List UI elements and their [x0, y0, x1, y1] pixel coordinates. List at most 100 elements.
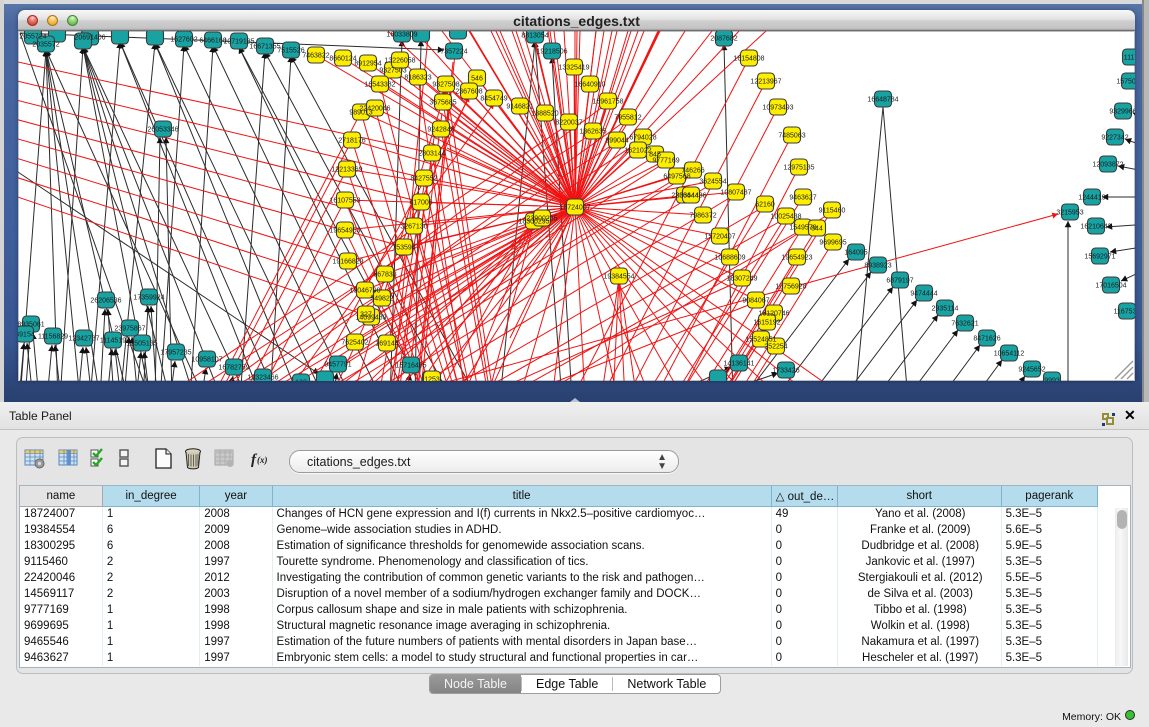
svg-text:9463627: 9463627 — [789, 195, 816, 202]
svg-text:9327503: 9327503 — [379, 68, 406, 75]
svg-text:3675685: 3675685 — [429, 100, 456, 107]
svg-text:16671355: 16671355 — [249, 44, 280, 51]
svg-text:8186323: 8186323 — [404, 75, 431, 82]
svg-text:16782759: 16782759 — [218, 365, 249, 372]
svg-text:6879197: 6879197 — [886, 278, 913, 285]
svg-text:10958107: 10958107 — [191, 357, 222, 364]
svg-text:12975135: 12975135 — [783, 165, 814, 172]
svg-text:8813054: 8813054 — [521, 33, 548, 40]
svg-text:1253: 1253 — [424, 377, 440, 382]
svg-text:3624554: 3624554 — [699, 179, 726, 186]
svg-text:12213369: 12213369 — [331, 167, 362, 174]
svg-text:10046798: 10046798 — [349, 288, 380, 295]
svg-text:7485063: 7485063 — [778, 133, 805, 140]
svg-text:753594: 753594 — [392, 245, 415, 252]
svg-text:1362635: 1362635 — [579, 129, 606, 136]
svg-text:1575074: 1575074 — [1116, 79, 1135, 86]
svg-text:123: 123 — [295, 380, 307, 382]
svg-text:8938923: 8938923 — [864, 263, 891, 270]
svg-text:169144: 169144 — [375, 341, 398, 348]
svg-text:17957235: 17957235 — [160, 350, 191, 357]
svg-text:12213967: 12213967 — [750, 79, 781, 86]
svg-text:10688609: 10688609 — [714, 255, 745, 262]
svg-text:15716485: 15716485 — [395, 363, 426, 370]
svg-text:9329966: 9329966 — [1109, 109, 1135, 116]
svg-text:7463822: 7463822 — [302, 53, 329, 60]
svg-text:7986372: 7986372 — [689, 213, 716, 220]
svg-text:3267130: 3267130 — [400, 224, 427, 231]
svg-text:7955812: 7955812 — [614, 115, 641, 122]
svg-text:7515526: 7515526 — [277, 48, 304, 55]
svg-text:9115460: 9115460 — [819, 208, 846, 215]
svg-text:2718176: 2718176 — [338, 138, 365, 145]
svg-text:20691406: 20691406 — [74, 35, 105, 42]
svg-text:549822: 549822 — [370, 296, 393, 303]
svg-text:2935114: 2935114 — [932, 306, 959, 313]
svg-text:8220037: 8220037 — [555, 120, 582, 127]
svg-text:9777169: 9777169 — [652, 158, 679, 165]
svg-text:164095: 164095 — [844, 250, 867, 257]
svg-text:12342737: 12342737 — [68, 336, 99, 343]
svg-text:1615192: 1615192 — [753, 320, 780, 327]
svg-text:17016504: 17016504 — [1095, 283, 1126, 290]
svg-text:2367608: 2367608 — [455, 89, 482, 96]
svg-text:62160: 62160 — [755, 202, 775, 209]
svg-text:16210643: 16210643 — [1080, 224, 1111, 231]
svg-text:18724007: 18724007 — [559, 205, 590, 212]
svg-text:8427552: 8427552 — [410, 176, 437, 183]
svg-text:9474444: 9474444 — [910, 291, 937, 298]
svg-text:20364436: 20364436 — [675, 193, 706, 200]
svg-text:546: 546 — [471, 76, 483, 83]
svg-text:16033809: 16033809 — [386, 32, 417, 39]
svg-text:12093872: 12093872 — [1092, 162, 1123, 169]
svg-text:3215953: 3215953 — [1056, 210, 1083, 217]
svg-text:16961758: 16961758 — [592, 99, 623, 106]
svg-text:23900235: 23900235 — [526, 216, 557, 223]
svg-text:10973493: 10973493 — [762, 105, 793, 112]
svg-text:10756928: 10756928 — [775, 284, 806, 291]
svg-text:867833: 867833 — [373, 272, 396, 279]
svg-text:252254: 252254 — [764, 344, 787, 351]
svg-text:15720407: 15720407 — [704, 234, 735, 241]
svg-text:1244419: 1244419 — [1078, 195, 1105, 202]
svg-text:16648784: 16648784 — [867, 97, 898, 104]
svg-text:7625402: 7625402 — [341, 340, 368, 347]
svg-text:9084067: 9084067 — [742, 298, 769, 305]
svg-text:9146821: 9146821 — [506, 104, 533, 111]
svg-text:7632621: 7632621 — [951, 321, 978, 328]
svg-text:10025438: 10025438 — [770, 214, 801, 221]
svg-text:9327508: 9327508 — [432, 82, 459, 89]
svg-text:1114519: 1114519 — [100, 338, 126, 345]
svg-text:417006: 417006 — [409, 200, 432, 207]
svg-text:899044: 899044 — [605, 138, 628, 145]
svg-text:1117: 1117 — [1124, 55, 1135, 62]
svg-text:22420046: 22420046 — [359, 106, 390, 113]
svg-text:26206536: 26206536 — [90, 298, 121, 305]
svg-text:16120746: 16120746 — [758, 311, 789, 318]
svg-text:8454749: 8454749 — [480, 96, 507, 103]
svg-text:9242848: 9242848 — [427, 127, 454, 134]
svg-text:2035572: 2035572 — [32, 42, 59, 49]
svg-text:17359924: 17359924 — [133, 295, 164, 302]
svg-text:1167534: 1167534 — [1114, 309, 1135, 316]
svg-text:11156829: 11156829 — [38, 334, 68, 341]
svg-text:(x): (x) — [257, 455, 268, 465]
svg-text:327: 327 — [360, 312, 372, 319]
svg-text:7357224: 7357224 — [440, 49, 467, 56]
svg-text:39154: 39154 — [18, 332, 35, 339]
svg-text:1388520: 1388520 — [531, 111, 558, 118]
svg-text:12323466: 12323466 — [247, 375, 278, 382]
svg-text:746266: 746266 — [681, 168, 704, 175]
svg-text:10654112: 10654112 — [994, 351, 1025, 358]
svg-text:19654953: 19654953 — [329, 228, 360, 235]
svg-text:16640910: 16640910 — [574, 82, 605, 89]
svg-text:9227342: 9227342 — [1101, 135, 1128, 142]
svg-text:6497568: 6497568 — [663, 174, 690, 181]
svg-text:15692971: 15692971 — [1084, 254, 1115, 261]
svg-text:9245652: 9245652 — [1018, 367, 1045, 374]
svg-text:19654923: 19654923 — [781, 255, 812, 262]
svg-text:844: 844 — [811, 226, 823, 233]
svg-text:6794028: 6794028 — [629, 135, 656, 142]
svg-text:8660124: 8660124 — [329, 56, 356, 63]
svg-text:8935061: 8935061 — [18, 322, 45, 329]
